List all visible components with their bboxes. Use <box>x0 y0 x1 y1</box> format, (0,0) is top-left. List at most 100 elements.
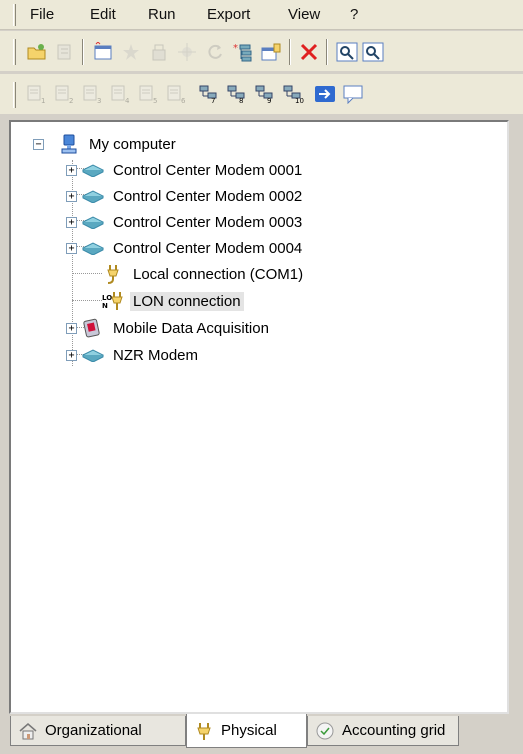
tree-node-label: Control Center Modem 0001 <box>113 161 303 179</box>
menu-export[interactable]: Export <box>207 6 250 23</box>
properties-button[interactable] <box>52 39 78 65</box>
network-7-icon: 7 <box>198 84 220 107</box>
add-tree-icon: * <box>233 43 252 62</box>
mobile-device-icon <box>82 318 104 338</box>
expand-toggle[interactable]: + <box>66 216 77 228</box>
refresh-button[interactable] <box>202 39 228 65</box>
tree-panel[interactable]: − My computer + Control Center Modem 0001… <box>9 120 509 714</box>
tree-node[interactable]: Local connection (COM1) <box>102 262 306 286</box>
tab-organizational[interactable]: Organizational <box>10 716 186 746</box>
properties-icon <box>57 44 71 60</box>
arrow-right-button[interactable] <box>312 82 338 108</box>
menu-bar: File Edit Run Export View ? <box>0 0 523 30</box>
svg-text:7: 7 <box>211 97 215 104</box>
search-next-button[interactable] <box>360 39 386 65</box>
search-next-icon <box>362 42 384 62</box>
new-window-button[interactable] <box>90 39 116 65</box>
svg-text:LO: LO <box>102 294 112 302</box>
page-3-button[interactable]: 3 <box>80 82 106 108</box>
tree-connector <box>72 300 102 301</box>
toolbar-separator <box>326 39 328 65</box>
expand-toggle[interactable]: + <box>66 322 77 334</box>
tree-node[interactable]: LO N LON connection <box>102 289 244 313</box>
page-5-button[interactable]: 5 <box>136 82 162 108</box>
delete-icon <box>300 43 318 61</box>
page-6-button[interactable]: 6 <box>164 82 190 108</box>
svg-text:*: * <box>233 43 238 54</box>
tab-accounting-grid-label: Accounting grid <box>342 722 446 739</box>
menu-file[interactable]: File <box>30 6 54 23</box>
network-9-icon: 9 <box>254 84 276 107</box>
house-icon <box>17 721 39 741</box>
comment-icon <box>342 84 364 107</box>
search-icon <box>336 42 358 62</box>
arrow-right-icon <box>314 84 336 107</box>
tree-node[interactable]: + Mobile Data Acquisition <box>66 316 272 340</box>
tree-node[interactable]: + Control Center Modem 0002 <box>66 184 305 208</box>
tool-button[interactable] <box>146 39 172 65</box>
open-folder-button[interactable] <box>24 39 50 65</box>
tree-node[interactable]: + Control Center Modem 0001 <box>66 158 305 182</box>
tree-node[interactable]: + Control Center Modem 0003 <box>66 210 305 234</box>
star-button[interactable] <box>118 39 144 65</box>
tree-node-label: Control Center Modem 0002 <box>113 187 303 205</box>
delete-button[interactable] <box>296 39 322 65</box>
toolbar-main: * <box>0 31 523 71</box>
expand-toggle[interactable]: + <box>66 164 77 176</box>
svg-text:N: N <box>102 302 108 310</box>
toolbar-separator <box>82 39 84 65</box>
network-7-button[interactable]: 7 <box>196 82 222 108</box>
collapse-toggle[interactable]: − <box>33 138 44 150</box>
expand-toggle[interactable]: + <box>66 190 77 202</box>
tree-connector <box>72 273 102 274</box>
menu-edit[interactable]: Edit <box>90 6 116 23</box>
tab-physical-label: Physical <box>221 722 277 739</box>
expand-toggle[interactable]: + <box>66 349 77 361</box>
tab-organizational-label: Organizational <box>45 722 142 739</box>
sparkle-button[interactable] <box>174 39 200 65</box>
modem-icon <box>82 345 104 365</box>
tab-physical[interactable]: Physical <box>186 714 307 748</box>
svg-text:3: 3 <box>97 97 101 104</box>
plug-icon <box>102 264 124 284</box>
computer-icon <box>58 134 80 154</box>
view-tab-bar: Organizational Physical Accounting grid <box>0 714 523 754</box>
svg-text:6: 6 <box>181 97 186 104</box>
tab-accounting-grid[interactable]: Accounting grid <box>307 716 459 746</box>
edit-window-icon <box>261 43 281 61</box>
add-tree-button[interactable]: * <box>230 39 256 65</box>
toolbar-grip[interactable] <box>13 82 16 108</box>
svg-text:4: 4 <box>125 97 130 104</box>
lon-plug-icon: LO N <box>102 291 124 311</box>
tree-node-label: LON connection <box>130 291 244 311</box>
search-button[interactable] <box>334 39 360 65</box>
tree-node[interactable]: + NZR Modem <box>66 343 201 367</box>
page-5-icon: 5 <box>138 84 160 107</box>
sparkle-icon <box>178 43 196 61</box>
modem-icon <box>82 186 104 206</box>
page-4-icon: 4 <box>110 84 132 107</box>
expand-toggle[interactable]: + <box>66 242 77 254</box>
menu-run[interactable]: Run <box>148 6 176 23</box>
page-2-icon: 2 <box>54 84 76 107</box>
page-1-button[interactable]: 1 <box>24 82 50 108</box>
svg-text:9: 9 <box>267 97 271 104</box>
menu-view[interactable]: View <box>288 6 320 23</box>
edit-window-button[interactable] <box>258 39 284 65</box>
toolbar-secondary: 1 2 3 4 5 6 7 8 9 10 <box>0 74 523 114</box>
comment-button[interactable] <box>340 82 366 108</box>
svg-text:1: 1 <box>41 97 45 104</box>
menu-help[interactable]: ? <box>350 6 358 23</box>
network-8-button[interactable]: 8 <box>224 82 250 108</box>
menu-grip[interactable] <box>13 4 16 26</box>
network-9-button[interactable]: 9 <box>252 82 278 108</box>
page-4-button[interactable]: 4 <box>108 82 134 108</box>
network-10-button[interactable]: 10 <box>280 82 306 108</box>
tree-node[interactable]: + Control Center Modem 0004 <box>66 236 305 260</box>
tree-node-label: NZR Modem <box>113 346 199 364</box>
check-circle-icon <box>314 721 336 741</box>
toolbar-grip[interactable] <box>13 39 16 65</box>
tree-root[interactable]: − My computer <box>33 132 179 156</box>
star-icon <box>123 44 139 60</box>
page-2-button[interactable]: 2 <box>52 82 78 108</box>
